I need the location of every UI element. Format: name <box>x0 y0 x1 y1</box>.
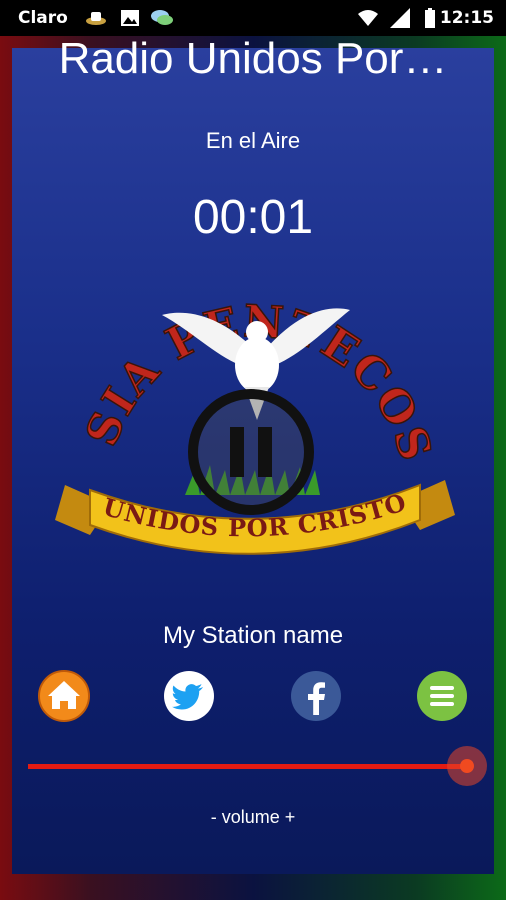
wifi-icon <box>358 10 378 26</box>
facebook-button[interactable] <box>290 670 342 722</box>
station-title: Radio Unidos Por… <box>58 34 448 83</box>
signal-icon <box>390 8 410 28</box>
pause-button[interactable] <box>186 387 316 517</box>
station-name: My Station name <box>162 622 344 649</box>
home-button[interactable] <box>38 670 90 722</box>
on-air-status: En el Aire <box>205 128 301 153</box>
volume-slider-track[interactable] <box>28 764 468 769</box>
carrier-name: Claro <box>18 8 68 28</box>
status-bar: Claro 12:15 <box>0 0 506 36</box>
menu-button[interactable] <box>416 670 468 722</box>
twitter-button[interactable] <box>163 670 215 722</box>
volume-label: - volume + <box>210 807 296 827</box>
notification-icon <box>86 12 106 25</box>
elapsed-time: 00:01 <box>192 191 314 244</box>
image-icon <box>121 10 139 26</box>
volume-slider-thumb[interactable] <box>447 746 487 786</box>
clock: 12:15 <box>439 8 494 28</box>
menu-icon <box>430 686 454 706</box>
chat-icon <box>151 10 173 25</box>
battery-icon <box>425 8 435 28</box>
